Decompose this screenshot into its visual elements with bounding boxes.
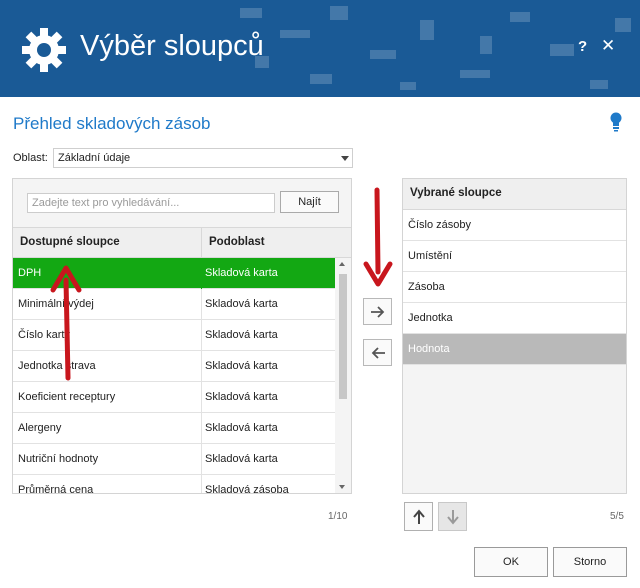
cell-column-name: Minimální výdej [18,298,94,310]
list-item[interactable]: Číslo zásoby [403,210,626,241]
area-select[interactable]: Základní údaje [53,148,353,168]
cell-subarea: Skladová zásoba [205,484,289,494]
cell-subarea: Skladová karta [205,422,278,434]
table-row[interactable]: Koeficient receptury Skladová karta [13,382,335,413]
selected-column-label: Umístění [408,250,453,262]
table-row[interactable]: Alergeny Skladová karta [13,413,335,444]
scroll-down-icon[interactable] [339,485,345,489]
gear-icon [22,28,66,72]
selected-counter: 5/5 [610,511,624,522]
list-item[interactable]: Hodnota [403,334,626,365]
scroll-up-icon[interactable] [339,262,345,266]
cell-column-name: Jednotka strava [18,360,96,372]
list-item[interactable]: Zásoba [403,272,626,303]
available-grid-header: Dostupné sloupce Podoblast [13,227,335,259]
scrollbar-header-corner [335,227,351,258]
arrow-right-icon [371,306,385,318]
available-counter: 1/10 [328,511,348,522]
area-label: Oblast: [13,152,48,164]
table-row[interactable]: Jednotka strava Skladová karta [13,351,335,382]
selected-grid-header: Vybrané sloupce [403,179,626,210]
cell-column-name: Průměrná cena [18,484,94,494]
move-down-button[interactable] [438,502,467,531]
column-header-subarea[interactable]: Podoblast [209,236,265,248]
selected-column-label: Zásoba [408,281,445,293]
close-button[interactable]: ✕ [601,36,615,56]
column-divider [201,320,202,351]
column-divider [201,289,202,320]
cell-subarea: Skladová karta [205,391,278,403]
available-grid-body: DPH Skladová karta Minimální výdej Sklad… [13,258,335,494]
column-divider [201,258,202,289]
column-divider [201,351,202,382]
column-header-available[interactable]: Dostupné sloupce [20,236,120,248]
column-divider [201,382,202,413]
table-row[interactable]: Minimální výdej Skladová karta [13,289,335,320]
annotation-arrow-down [363,187,393,287]
search-input[interactable] [27,193,275,213]
selected-column-label: Číslo zásoby [408,219,471,231]
cell-subarea: Skladová karta [205,453,278,465]
cancel-button[interactable]: Storno [553,547,627,577]
dialog-title: Výběr sloupců [80,30,264,62]
column-divider [201,475,202,493]
available-columns-panel: Najít Dostupné sloupce Podoblast DPH Skl… [12,178,352,494]
cell-column-name: Alergeny [18,422,62,434]
list-item[interactable]: Umístění [403,241,626,272]
page-subtitle: Přehled skladových zásob [13,114,211,133]
lightbulb-icon[interactable] [609,112,623,132]
table-row[interactable]: Nutriční hodnoty Skladová karta [13,444,335,475]
table-row[interactable]: Průměrná cena Skladová zásoba [13,475,335,494]
column-divider [201,228,202,259]
cell-subarea: Skladová karta [205,267,278,279]
arrow-down-icon [447,510,459,525]
scrollbar-thumb[interactable] [339,274,347,399]
cell-subarea: Skladová karta [205,360,278,372]
cell-column-name: Nutriční hodnoty [18,453,99,465]
cell-subarea: Skladová karta [205,298,278,310]
cell-column-name: DPH [18,267,42,279]
selected-grid-body: Číslo zásoby Umístění Zásoba Jednotka Ho… [403,210,626,365]
column-divider [201,444,202,475]
ok-button[interactable]: OK [474,547,548,577]
table-row[interactable]: Číslo karty Skladová karta [13,320,335,351]
chevron-down-icon [341,156,349,161]
area-select-value: Základní údaje [58,152,131,164]
column-header-selected: Vybrané sloupce [410,187,502,199]
cell-subarea: Skladová karta [205,329,278,341]
help-button[interactable]: ? [578,38,587,55]
cell-column-name: Číslo karty [18,329,70,341]
header-pattern [240,6,631,90]
find-button[interactable]: Najít [280,191,339,213]
selected-columns-panel: Vybrané sloupce Číslo zásoby Umístění Zá… [402,178,627,494]
arrow-left-icon [371,347,385,359]
move-up-button[interactable] [404,502,433,531]
cell-column-name: Koeficient receptury [18,391,116,403]
selected-column-label: Hodnota [408,343,450,355]
available-scrollbar[interactable] [335,258,351,493]
list-item[interactable]: Jednotka [403,303,626,334]
dialog-header: Výběr sloupců ? ✕ [0,0,640,97]
add-column-button[interactable] [363,298,392,325]
remove-column-button[interactable] [363,339,392,366]
arrow-up-icon [413,509,425,524]
column-divider [201,413,202,444]
selected-column-label: Jednotka [408,312,453,324]
table-row[interactable]: DPH Skladová karta [13,258,335,289]
